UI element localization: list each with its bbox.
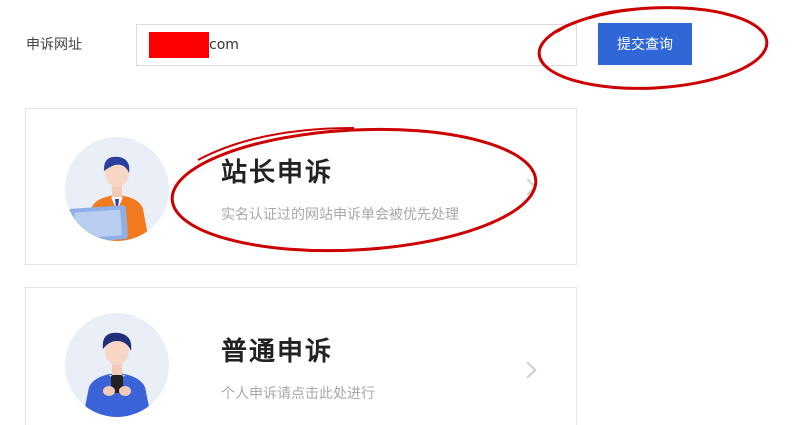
url-value: com	[209, 37, 239, 53]
regular-appeal-card[interactable]: 普通申诉 个人申诉请点击此处进行	[25, 287, 577, 425]
chevron-right-icon	[519, 361, 537, 379]
chevron-right-icon	[519, 178, 537, 196]
webmaster-avatar-icon	[65, 137, 169, 241]
user-avatar-icon	[65, 313, 169, 417]
webmaster-appeal-card[interactable]: 站长申诉 实名认证过的网站申诉单会被优先处理	[25, 108, 577, 265]
redaction-box	[149, 32, 209, 58]
url-input[interactable]: com	[136, 24, 577, 66]
card-description: 实名认证过的网站申诉单会被优先处理	[221, 207, 459, 223]
submit-query-button[interactable]: 提交查询	[598, 23, 692, 65]
card-description: 个人申诉请点击此处进行	[221, 386, 375, 402]
card-title: 站长申诉	[221, 158, 334, 188]
url-label: 申诉网址	[26, 37, 82, 53]
card-title: 普通申诉	[221, 337, 334, 367]
